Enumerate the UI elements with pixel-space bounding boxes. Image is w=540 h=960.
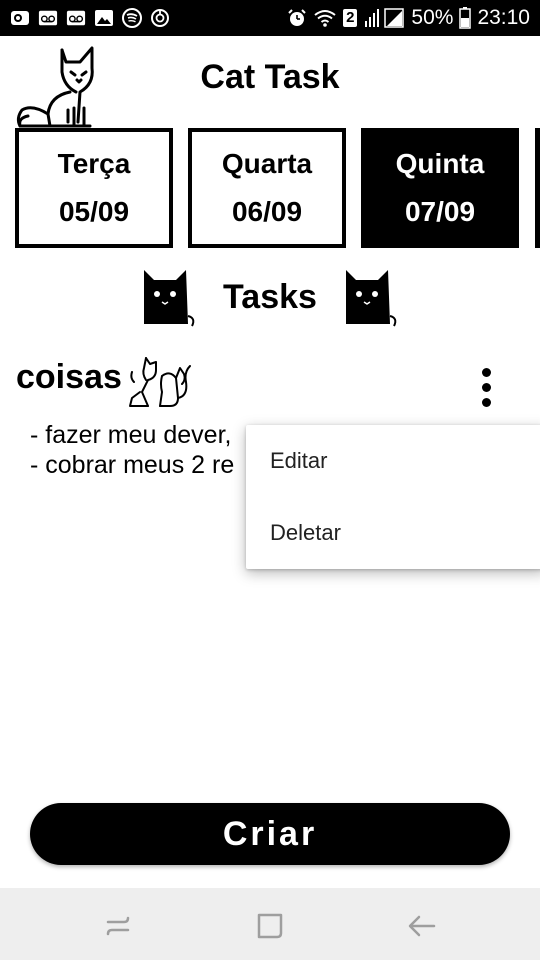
- battery-percent: 50%: [411, 6, 454, 29]
- clock: 23:10: [477, 6, 530, 29]
- day-date: 05/09: [58, 196, 130, 227]
- sync-icon: [150, 8, 170, 28]
- more-dot: [481, 397, 491, 407]
- app-title: Cat Task: [200, 58, 340, 96]
- task-description: - fazer meu dever, - cobrar meus 2 re: [30, 420, 234, 480]
- camera-notification-icon: [10, 8, 30, 28]
- menu-item-editar[interactable]: Editar: [246, 425, 540, 497]
- menu-item-deletar[interactable]: Deletar: [246, 497, 540, 569]
- day-name: Terça: [57, 148, 131, 179]
- day-name: Quinta: [395, 148, 485, 179]
- image-icon: [94, 8, 114, 28]
- sim-badge: 2: [343, 9, 358, 27]
- status-bar: 2 50% 23:10: [0, 0, 540, 36]
- day-date: 07/09: [404, 196, 476, 227]
- day-card-partial[interactable]: [535, 128, 540, 248]
- cats-playing-icon: [126, 352, 192, 410]
- alarm-icon: [287, 8, 307, 28]
- home-icon[interactable]: [254, 910, 286, 942]
- task-line: - cobrar meus 2 re: [30, 451, 235, 479]
- voicemail-icon: [38, 8, 58, 28]
- day-card-terca[interactable]: Terça 05/09: [15, 128, 173, 248]
- voicemail-icon: [66, 8, 86, 28]
- tasks-label: Tasks: [223, 278, 317, 316]
- back-icon[interactable]: [406, 910, 438, 942]
- task-title[interactable]: coisas: [16, 358, 122, 397]
- system-status: 2 50% 23:10: [287, 4, 530, 32]
- task-line: - fazer meu dever,: [30, 421, 232, 449]
- black-cat-icon: [342, 266, 402, 328]
- notification-icons: [10, 8, 170, 28]
- wifi-icon: [313, 8, 337, 28]
- more-options-button[interactable]: [466, 362, 506, 412]
- signal-icon: [363, 8, 405, 28]
- battery-icon: [459, 7, 472, 29]
- day-date: 06/09: [231, 196, 303, 227]
- day-selector: Terça 05/09 Quarta 06/09 Quinta 07/09: [15, 128, 540, 248]
- day-card-quinta[interactable]: Quinta 07/09: [361, 128, 519, 248]
- day-card-quarta[interactable]: Quarta 06/09: [188, 128, 346, 248]
- day-name: Quarta: [221, 148, 313, 179]
- spotify-icon: [122, 8, 142, 28]
- navigation-bar: [0, 888, 540, 960]
- task-options-menu: Editar Deletar: [246, 425, 540, 569]
- create-button[interactable]: Criar: [30, 803, 510, 865]
- recent-apps-icon[interactable]: [102, 910, 134, 942]
- more-dot: [481, 382, 491, 392]
- more-dot: [481, 367, 491, 377]
- tasks-heading: Tasks: [0, 264, 540, 328]
